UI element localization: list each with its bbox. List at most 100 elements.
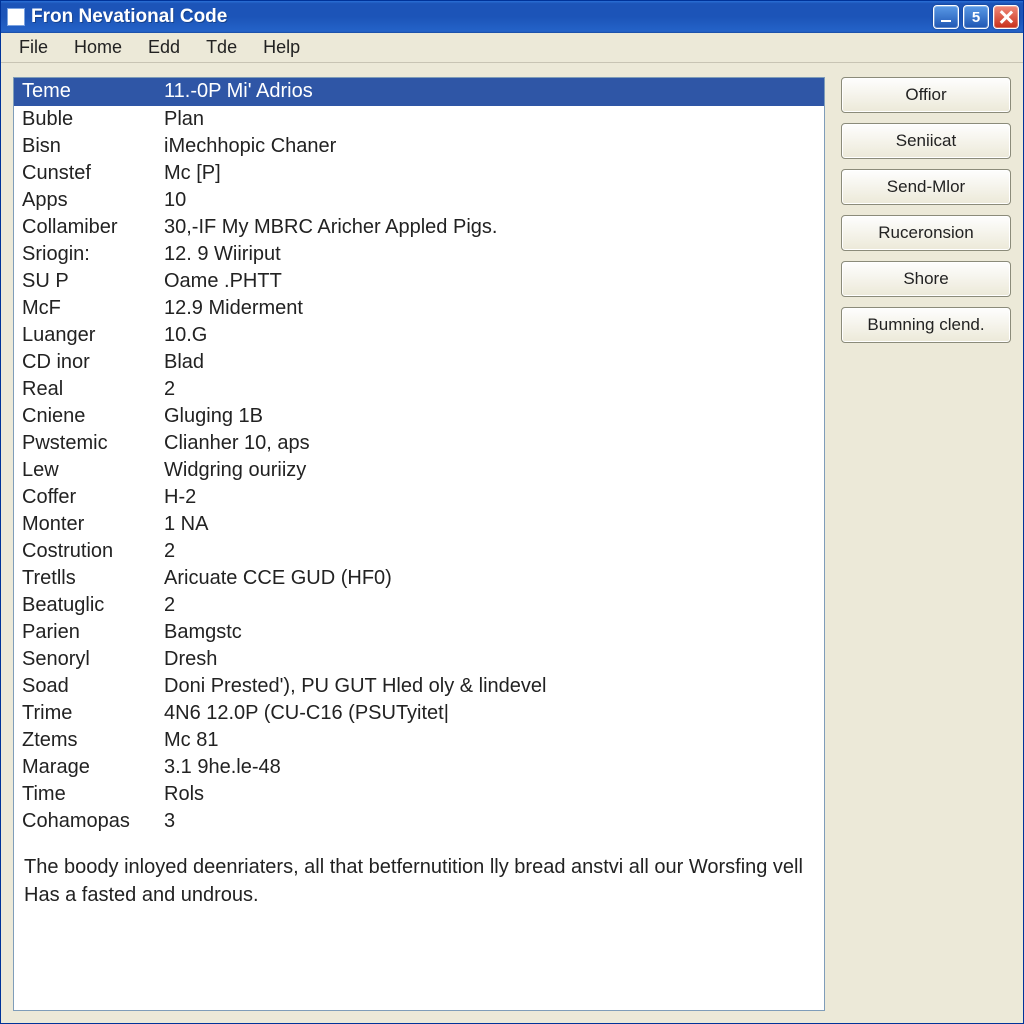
client-area: Teme 11.-0P Mi' Adrios BublePlanBisniMec… [1,63,1023,1023]
row-key: Pwstemic [22,430,164,457]
row-key: Apps [22,187,164,214]
list-row[interactable]: TimeRols [14,781,824,808]
list-row[interactable]: Cohamopas3 [14,808,824,835]
row-value: 12.9 Miderment [164,295,816,322]
row-value: 2 [164,592,816,619]
row-key: Marage [22,754,164,781]
send-mlor-button[interactable]: Send-Mlor [841,169,1011,205]
row-value: Bamgstc [164,619,816,646]
caption-buttons: 5 [933,5,1019,29]
list-row[interactable]: PwstemicClianher 10, aps [14,430,824,457]
row-key: Ztems [22,727,164,754]
seniicat-button[interactable]: Seniicat [841,123,1011,159]
row-value: Blad [164,349,816,376]
row-key: Monter [22,511,164,538]
list-row[interactable]: ParienBamgstc [14,619,824,646]
row-key: Costrution [22,538,164,565]
list-row[interactable]: Beatuglic2 [14,592,824,619]
list-row[interactable]: TretllsAricuate CCE GUD (HF0) [14,565,824,592]
titlebar: Fron Nevational Code 5 [1,1,1023,33]
row-key: Senoryl [22,646,164,673]
row-value: Widgring ouriizy [164,457,816,484]
side-buttons: Offior Seniicat Send-Mlor Ruceronsion Sh… [841,77,1011,1011]
ruceronsion-button[interactable]: Ruceronsion [841,215,1011,251]
list-row[interactable]: CofferH-2 [14,484,824,511]
list-row[interactable]: SoadDoni Prested'), PU GUT Hled oly & li… [14,673,824,700]
row-key: Cohamopas [22,808,164,835]
row-key: Trime [22,700,164,727]
header-value: 11.-0P Mi' Adrios [164,80,816,103]
row-key: Lew [22,457,164,484]
row-value: Clianher 10, aps [164,430,816,457]
row-value: 10 [164,187,816,214]
row-key: Cunstef [22,160,164,187]
list-header[interactable]: Teme 11.-0P Mi' Adrios [14,78,824,106]
row-key: Buble [22,106,164,133]
list-row[interactable]: BisniMechhopic Chaner [14,133,824,160]
row-value: Gluging 1B [164,403,816,430]
row-value: 1 NA [164,511,816,538]
row-key: Cniene [22,403,164,430]
shore-button[interactable]: Shore [841,261,1011,297]
list-row[interactable]: Trime4N6 12.0P (CU-C16 (PSUTyitet| [14,700,824,727]
close-icon [999,10,1013,24]
list-row[interactable]: McF12.9 Miderment [14,295,824,322]
row-key: Bisn [22,133,164,160]
app-icon [7,8,25,26]
row-key: Soad [22,673,164,700]
menu-tde[interactable]: Tde [194,34,249,61]
details-panel: Teme 11.-0P Mi' Adrios BublePlanBisniMec… [13,77,825,1011]
menubar: File Home Edd Tde Help [1,33,1023,63]
list-row[interactable]: CD inorBlad [14,349,824,376]
menu-help[interactable]: Help [251,34,312,61]
row-value: Aricuate CCE GUD (HF0) [164,565,816,592]
list-row[interactable]: SU POame .PHTT [14,268,824,295]
offior-button[interactable]: Offior [841,77,1011,113]
list-row[interactable]: SenorylDresh [14,646,824,673]
row-key: Parien [22,619,164,646]
row-value: 12. 9 Wiiriput [164,241,816,268]
list-row[interactable]: Costrution2 [14,538,824,565]
row-key: Time [22,781,164,808]
minimize-button[interactable] [933,5,959,29]
row-value: Rols [164,781,816,808]
row-value: H-2 [164,484,816,511]
row-key: SU P [22,268,164,295]
row-value: iMechhopic Chaner [164,133,816,160]
window-title: Fron Nevational Code [31,6,227,28]
list-row[interactable]: Real2 [14,376,824,403]
list-row[interactable]: Collamiber30,-IF My MBRC Aricher Appled … [14,214,824,241]
row-value: 3 [164,808,816,835]
menu-edd[interactable]: Edd [136,34,192,61]
row-value: 2 [164,538,816,565]
row-key: CD inor [22,349,164,376]
middle-caption-label: 5 [972,9,980,26]
list-row[interactable]: BublePlan [14,106,824,133]
row-key: Coffer [22,484,164,511]
list-row[interactable]: LewWidgring ouriizy [14,457,824,484]
list-row[interactable]: Apps10 [14,187,824,214]
list-row[interactable]: ZtemsMc 81 [14,727,824,754]
row-value: Plan [164,106,816,133]
list-row[interactable]: Luanger10.G [14,322,824,349]
row-key: Beatuglic [22,592,164,619]
row-value: Mc [P] [164,160,816,187]
row-value: 10.G [164,322,816,349]
list-row[interactable]: Marage3.1 9he.le-48 [14,754,824,781]
header-key: Teme [22,80,164,103]
row-key: Real [22,376,164,403]
description-text: The boody inloyed deenriaters, all that … [14,835,824,909]
row-key: Luanger [22,322,164,349]
menu-home[interactable]: Home [62,34,134,61]
row-value: Mc 81 [164,727,816,754]
list-row[interactable]: CnieneGluging 1B [14,403,824,430]
bumning-button[interactable]: Bumning clend. [841,307,1011,343]
list-row[interactable]: Sriogin:12. 9 Wiiriput [14,241,824,268]
middle-caption-button[interactable]: 5 [963,5,989,29]
close-button[interactable] [993,5,1019,29]
list-row[interactable]: Monter1 NA [14,511,824,538]
row-key: Collamiber [22,214,164,241]
menu-file[interactable]: File [7,34,60,61]
row-value: 3.1 9he.le-48 [164,754,816,781]
list-row[interactable]: CunstefMc [P] [14,160,824,187]
